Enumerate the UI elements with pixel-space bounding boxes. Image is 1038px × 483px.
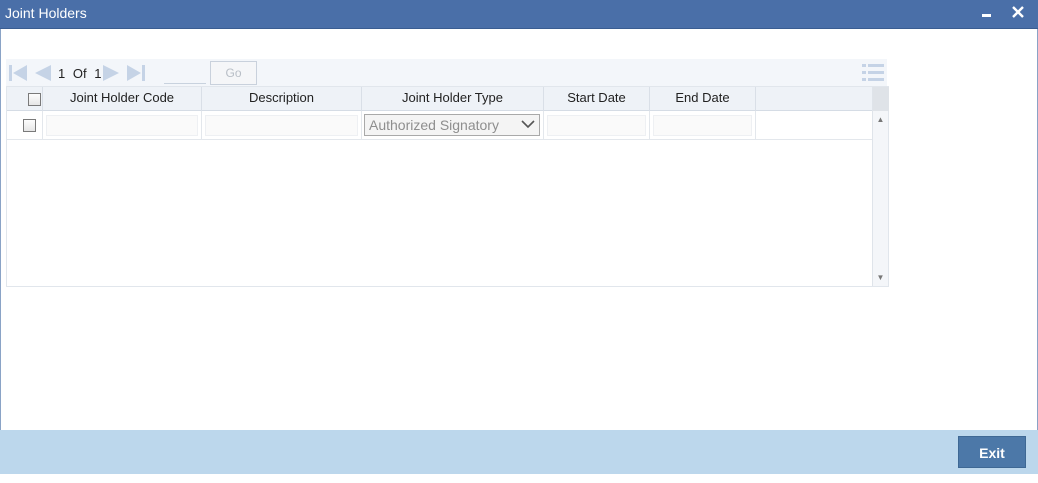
window-titlebar: Joint Holders (0, 0, 1038, 29)
column-header-joint-holder-code[interactable]: Joint Holder Code (43, 87, 202, 111)
joint-holder-code-field[interactable] (46, 115, 198, 136)
first-page-icon[interactable] (8, 63, 28, 83)
column-menu-icon[interactable] (861, 62, 885, 84)
page-number-input[interactable] (164, 62, 206, 84)
grid-pager-toolbar: 1 Of 1 Go (6, 59, 887, 87)
description-cell (202, 111, 362, 139)
row-select-checkbox[interactable] (23, 119, 36, 132)
last-page-icon[interactable] (126, 63, 146, 83)
go-button[interactable]: Go (210, 61, 257, 85)
select-all-cell (7, 87, 43, 111)
grid-vertical-scrollbar[interactable]: ▲ ▼ (872, 87, 889, 286)
end-date-cell (650, 111, 756, 139)
scrollbar-header-block (873, 87, 889, 111)
column-header-start-date[interactable]: Start Date (544, 87, 650, 111)
window-title: Joint Holders (5, 5, 87, 21)
start-date-field[interactable] (547, 115, 646, 136)
joint-holder-type-select[interactable]: Authorized Signatory (364, 114, 540, 136)
select-all-checkbox[interactable] (28, 93, 41, 106)
footer-bar: Exit (0, 430, 1038, 474)
joint-holder-type-value: Authorized Signatory (369, 117, 499, 133)
column-header-joint-holder-type[interactable]: Joint Holder Type (362, 87, 544, 111)
exit-button[interactable]: Exit (958, 436, 1026, 468)
page-indicator: 1 Of 1 (58, 66, 105, 81)
table-row: Authorized Signatory (7, 111, 872, 140)
end-date-field[interactable] (653, 115, 752, 136)
minimize-icon[interactable] (978, 3, 996, 23)
column-header-description[interactable]: Description (202, 87, 362, 111)
grid-header: Joint Holder Code Description Joint Hold… (7, 87, 872, 111)
total-pages: 1 (94, 66, 102, 81)
next-page-icon[interactable] (102, 63, 122, 83)
joint-holder-type-cell: Authorized Signatory (362, 111, 544, 139)
row-select-cell (7, 111, 43, 139)
scroll-down-icon[interactable]: ▼ (875, 272, 886, 283)
joint-holders-grid: Joint Holder Code Description Joint Hold… (6, 86, 889, 287)
description-field[interactable] (205, 115, 358, 136)
page-of-label: Of (72, 66, 87, 81)
close-icon[interactable] (1009, 3, 1027, 23)
column-header-end-date[interactable]: End Date (650, 87, 756, 111)
joint-holder-code-cell (43, 111, 202, 139)
current-page: 1 (58, 66, 66, 81)
start-date-cell (544, 111, 650, 139)
chevron-down-icon (521, 120, 535, 129)
previous-page-icon[interactable] (32, 63, 52, 83)
scroll-up-icon[interactable]: ▲ (875, 114, 886, 125)
